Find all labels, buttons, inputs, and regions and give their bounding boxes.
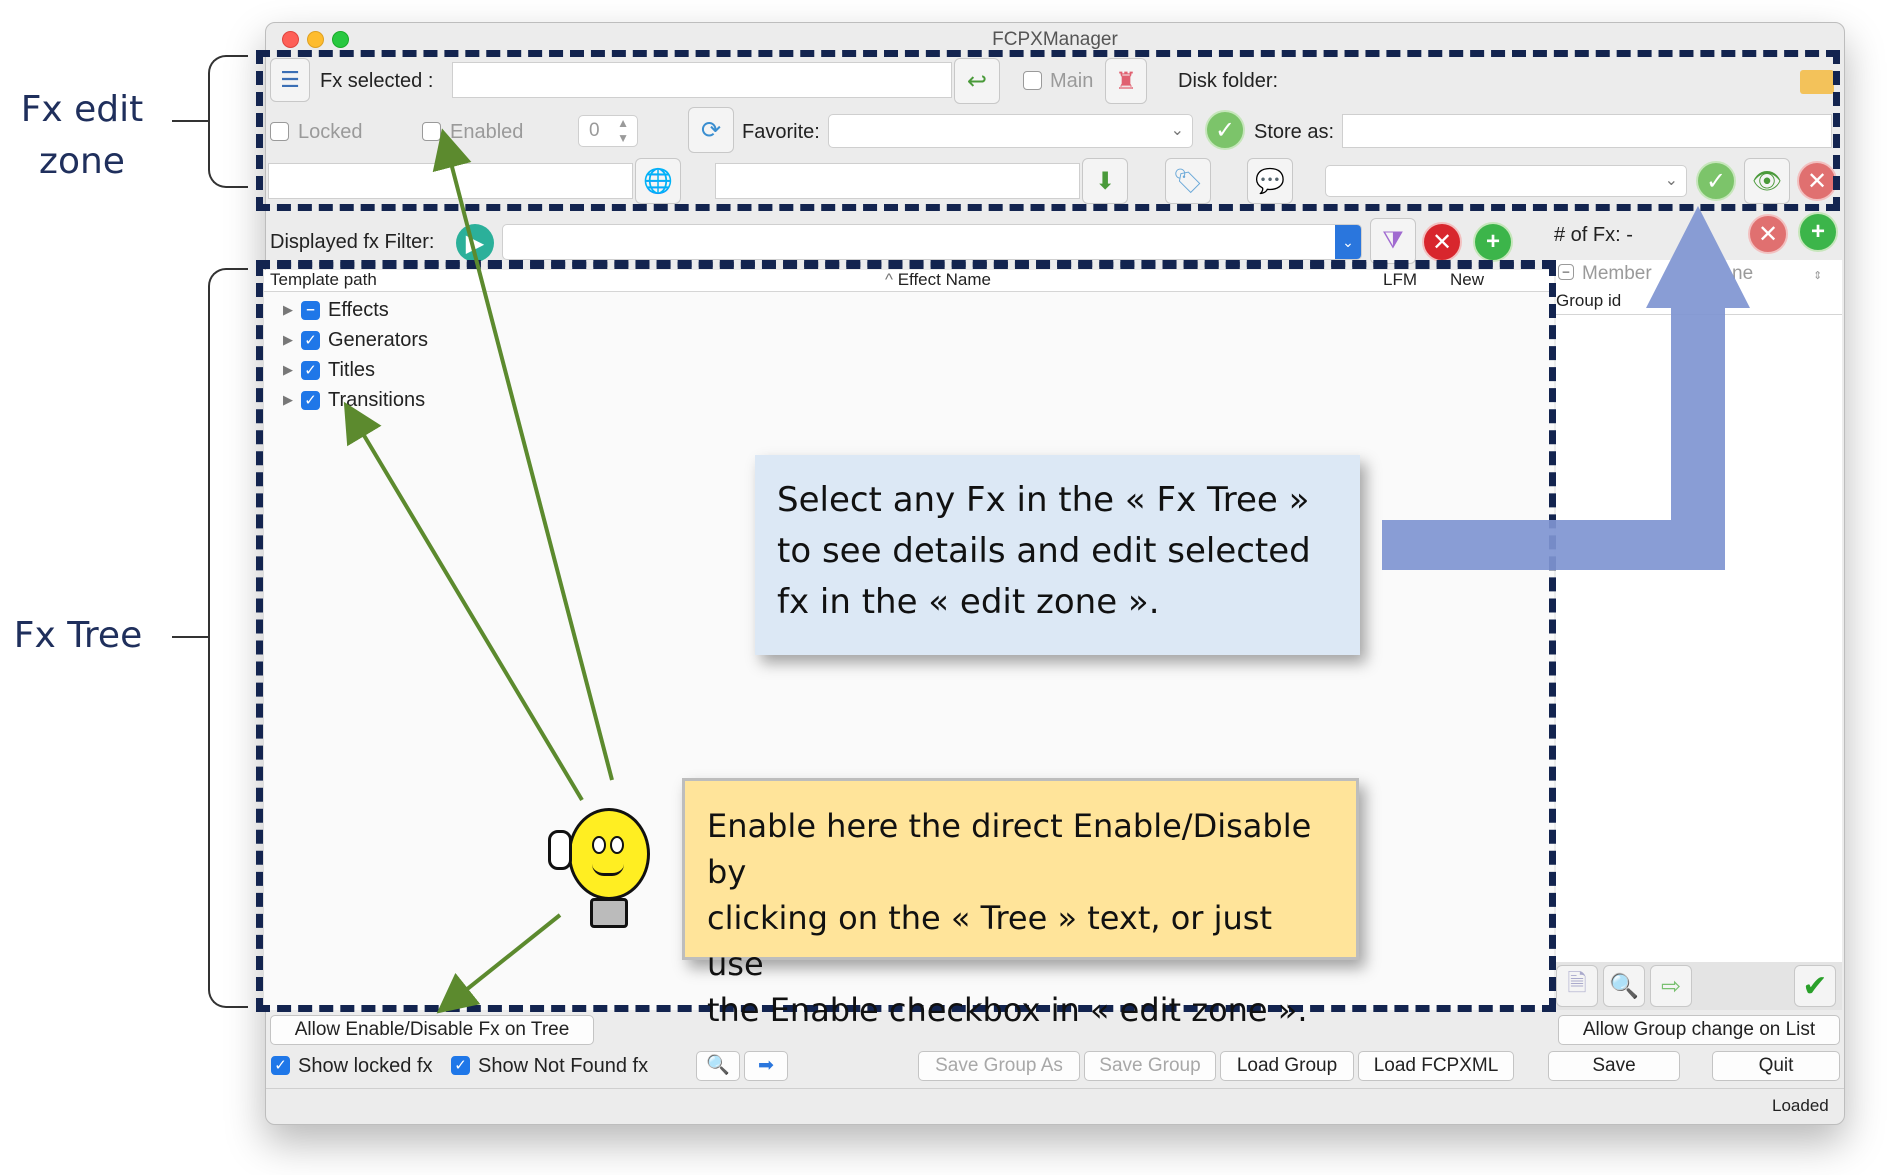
allow-tree-toggle[interactable]: Allow Enable/Disable Fx on Tree bbox=[270, 1015, 594, 1045]
show-not-found-checkbox[interactable]: ✓ bbox=[451, 1056, 470, 1075]
show-locked-label: Show locked fx bbox=[298, 1055, 433, 1077]
save-group-button[interactable]: Save Group bbox=[1084, 1051, 1216, 1081]
show-not-found-label: Show Not Found fx bbox=[478, 1055, 649, 1077]
load-group-button[interactable]: Load Group bbox=[1220, 1051, 1354, 1081]
show-locked-checkbox[interactable]: ✓ bbox=[271, 1056, 290, 1075]
callout-line: Enable here the direct Enable/Disable by bbox=[707, 807, 1312, 891]
search-icon: 🔍 bbox=[706, 1055, 730, 1076]
callout-line: fx in the « edit zone ». bbox=[777, 582, 1160, 622]
callout-line: the Enable checkbox in « edit zone ». bbox=[707, 991, 1308, 1029]
callout-line: clicking on the « Tree » text, or just u… bbox=[707, 899, 1273, 983]
save-button[interactable]: Save bbox=[1548, 1051, 1680, 1081]
quit-button[interactable]: Quit bbox=[1712, 1051, 1840, 1081]
arrow-right-icon: ➡ bbox=[758, 1055, 774, 1076]
callout-line: to see details and edit selected bbox=[777, 531, 1311, 571]
lightbulb-icon bbox=[548, 800, 668, 940]
status-divider bbox=[266, 1088, 1844, 1089]
next-button[interactable]: ➡ bbox=[744, 1051, 788, 1081]
load-fcpxml-button[interactable]: Load FCPXML bbox=[1358, 1051, 1514, 1081]
enable-hint-callout: Enable here the direct Enable/Disable by… bbox=[682, 778, 1359, 1029]
allow-group-toggle[interactable]: Allow Group change on List bbox=[1558, 1015, 1840, 1045]
status-text: Loaded bbox=[1772, 1096, 1829, 1115]
save-group-as-button[interactable]: Save Group As bbox=[918, 1051, 1080, 1081]
tree-hint-callout: Select any Fx in the « Fx Tree » to see … bbox=[755, 455, 1360, 655]
callout-line: Select any Fx in the « Fx Tree » bbox=[777, 480, 1310, 520]
search-button[interactable]: 🔍 bbox=[696, 1051, 740, 1081]
